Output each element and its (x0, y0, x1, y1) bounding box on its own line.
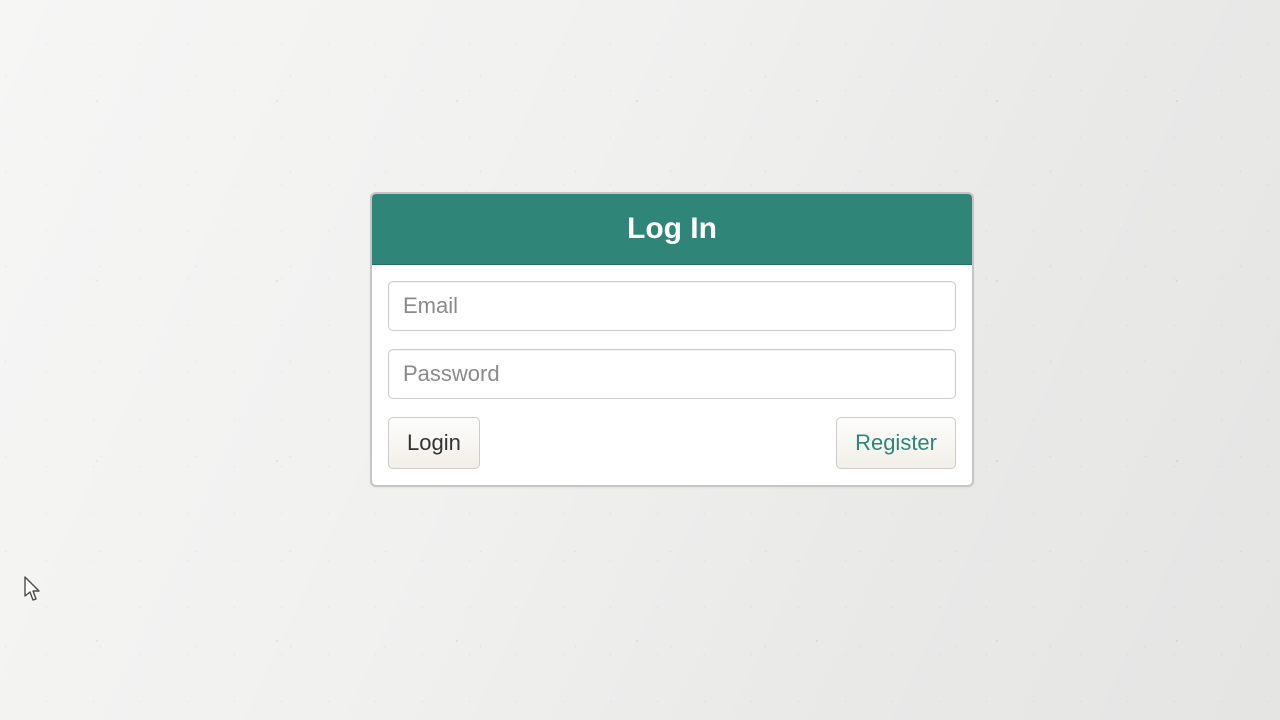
password-field[interactable] (388, 349, 956, 399)
panel-body: Login Register (372, 265, 972, 485)
panel-title: Log In (372, 194, 972, 265)
register-button[interactable]: Register (836, 417, 956, 469)
button-row: Login Register (388, 417, 956, 469)
login-button[interactable]: Login (388, 417, 480, 469)
email-field[interactable] (388, 281, 956, 331)
login-panel: Log In Login Register (370, 192, 974, 487)
